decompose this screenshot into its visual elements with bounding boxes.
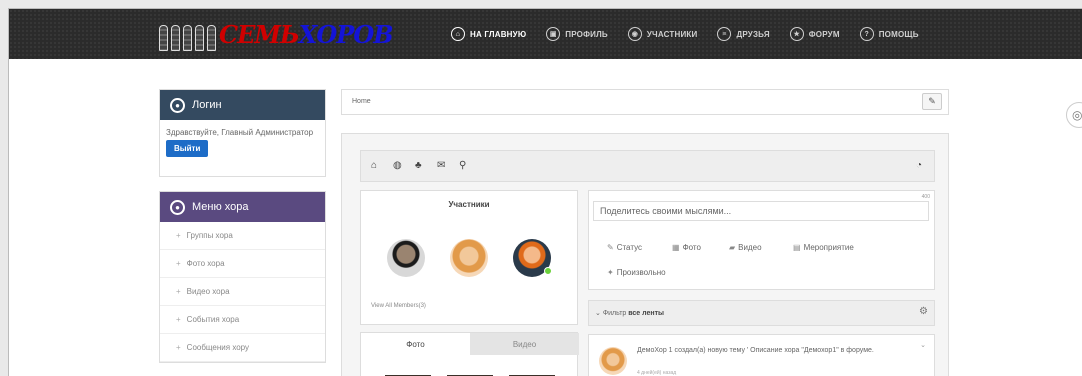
activity-toolbar: ⌂ ◍ ♣ ✉ ⚲ ◔	[360, 150, 935, 182]
logo-text-part2: ХОРОВ	[298, 19, 394, 49]
option-label: Фото	[682, 243, 701, 252]
nav-help[interactable]: ? ПОМОЩЬ	[850, 9, 929, 59]
calendar-icon: ▤	[793, 243, 801, 252]
option-label: Мероприятие	[803, 243, 854, 252]
nav-home-label: НА ГЛАВНУЮ	[470, 29, 527, 39]
menu-item-events[interactable]: + События хора	[160, 306, 325, 334]
login-panel: ● Логин Здравствуйте, Главный Администра…	[159, 89, 326, 177]
members-title: Участники	[448, 200, 490, 209]
globe-icon[interactable]: ◍	[393, 160, 402, 171]
menu-item-photos[interactable]: + Фото хора	[160, 250, 325, 278]
logout-button[interactable]: Выйти	[166, 140, 209, 157]
members-widget: Участники View All Members(3)	[360, 190, 578, 325]
feed-filter-bar[interactable]: ⌄ Фильтр все ленты ⚙	[588, 300, 935, 326]
friends-icon: ≡	[717, 27, 732, 41]
logo-text-part1: СЕМЬ	[219, 19, 300, 49]
home-icon: ⌂	[451, 27, 465, 41]
menu-item-label: Группы хора	[186, 231, 233, 240]
nav-friends[interactable]: ≡ ДРУЗЬЯ	[707, 9, 779, 59]
breadcrumb: Home ✎	[341, 89, 949, 115]
plus-icon: +	[176, 231, 181, 240]
avatar[interactable]	[387, 239, 425, 277]
nav-friends-label: ДРУЗЬЯ	[736, 29, 770, 39]
avatar[interactable]	[513, 239, 552, 277]
menu-item-messages[interactable]: + Сообщения хору	[160, 334, 325, 362]
choir-menu-header: ● Меню хора	[160, 192, 325, 222]
option-event[interactable]: ▤ Мероприятие	[793, 243, 854, 252]
home-icon[interactable]: ⌂	[371, 160, 377, 171]
user-icon: ●	[170, 199, 185, 215]
star-icon: ★	[789, 27, 804, 41]
menu-item-videos[interactable]: + Видео хора	[160, 278, 325, 306]
tab-video[interactable]: Видео	[470, 333, 579, 355]
user-icon: ●	[170, 97, 185, 113]
plus-icon: +	[176, 287, 181, 296]
feed-item-time: 4 дней(ей) назад	[637, 370, 677, 376]
menu-item-label: Сообщения хору	[186, 343, 250, 352]
main-nav: ⌂ НА ГЛАВНУЮ ▣ ПРОФИЛЬ ◉ УЧАСТНИКИ ≡ ДРУЗЬЯ …	[441, 9, 929, 59]
power-icon[interactable]: ◔	[916, 160, 922, 171]
top-navbar: СЕМЬ ХОРОВ ⌂ НА ГЛАВНУЮ ▣ ПРОФИЛЬ ◉ УЧАСТНИК…	[9, 9, 1082, 59]
menu-item-label: Фото хора	[186, 259, 225, 268]
login-greeting: Здравствуйте, Главный Администратор	[166, 128, 314, 137]
nav-members-label: УЧАСТНИКИ	[646, 29, 698, 39]
filter-value: все ленты	[628, 310, 665, 317]
photo-icon: ▦	[672, 243, 680, 252]
edit-icon[interactable]: ✎	[922, 93, 942, 110]
option-status[interactable]: ✎ Статус	[607, 243, 642, 252]
choir-menu-panel: ● Меню хора + Группы хора + Фото хора + Вид…	[159, 191, 326, 363]
activity-container: ⌂ ◍ ♣ ✉ ⚲ ◔ Участники View All Members(3…	[341, 133, 949, 376]
menu-item-label: События хора	[186, 315, 240, 324]
feed-item-text: ДемоХор 1 создал(а) новую тему ' Описани…	[637, 347, 874, 354]
pencil-icon: ✎	[607, 243, 614, 252]
status-input[interactable]: Поделитесь своими мыслями...	[593, 201, 929, 221]
video-icon: ▰	[729, 243, 736, 252]
plus-icon: +	[176, 343, 181, 352]
status-update-box: 400 Поделитесь своими мыслями... ✎ Статус…	[588, 190, 935, 290]
site-logo[interactable]: СЕМЬ ХОРОВ	[159, 15, 394, 53]
profile-icon: ▣	[546, 27, 561, 41]
option-video[interactable]: ▰ Видео	[729, 243, 762, 252]
search-icon[interactable]: ⚲	[459, 160, 466, 171]
gear-icon[interactable]: ⚙	[919, 306, 928, 317]
plus-icon: +	[176, 259, 181, 268]
nav-members[interactable]: ◉ УЧАСТНИКИ	[618, 9, 708, 59]
users-icon[interactable]: ♣	[415, 160, 422, 171]
chevron-down-icon[interactable]: ⌄	[920, 341, 926, 349]
mail-icon[interactable]: ✉	[437, 160, 445, 171]
option-label: Произвольно	[616, 268, 666, 277]
plus-icon: +	[176, 315, 181, 324]
avatar[interactable]	[450, 239, 488, 277]
login-panel-header: ● Логин	[160, 90, 325, 120]
breadcrumb-home[interactable]: Home	[352, 98, 371, 105]
page-frame: СЕМЬ ХОРОВ ⌂ НА ГЛАВНУЮ ▣ ПРОФИЛЬ ◉ УЧАСТНИК…	[8, 8, 1082, 376]
avatar[interactable]	[599, 347, 627, 375]
tab-photo[interactable]: Фото	[361, 333, 470, 355]
menu-item-groups[interactable]: + Группы хора	[160, 222, 325, 250]
option-label: Видео	[738, 243, 762, 252]
menu-item-label: Видео хора	[186, 287, 230, 296]
option-photo[interactable]: ▦ Фото	[672, 243, 701, 252]
option-custom[interactable]: ✦ Произвольно	[607, 268, 666, 277]
bolt-icon: ✦	[607, 268, 614, 277]
option-label: Статус	[616, 243, 642, 252]
login-title: Логин	[192, 99, 222, 111]
feed-filter-label: ⌄ Фильтр все ленты	[595, 310, 665, 317]
char-counter: 400	[921, 194, 930, 200]
filter-prefix: Фильтр	[602, 310, 627, 317]
nav-profile-label: ПРОФИЛЬ	[565, 29, 608, 39]
members-icon: ◉	[627, 27, 642, 41]
choir-logo-icon	[159, 17, 217, 51]
choir-menu-title: Меню хора	[192, 201, 249, 213]
help-icon: ?	[859, 27, 874, 41]
online-status-icon	[544, 267, 552, 275]
nav-profile[interactable]: ▣ ПРОФИЛЬ	[536, 9, 618, 59]
view-all-members-link[interactable]: View All Members(3)	[371, 303, 426, 309]
nav-help-label: ПОМОЩЬ	[878, 29, 919, 39]
nav-home[interactable]: ⌂ НА ГЛАВНУЮ	[441, 9, 536, 59]
feed-item: ДемоХор 1 создал(а) новую тему ' Описани…	[588, 334, 935, 376]
nav-forum-label: ФОРУМ	[808, 29, 840, 39]
media-tabs-widget: Фото Видео	[360, 332, 579, 376]
nav-forum[interactable]: ★ ФОРУМ	[780, 9, 850, 59]
